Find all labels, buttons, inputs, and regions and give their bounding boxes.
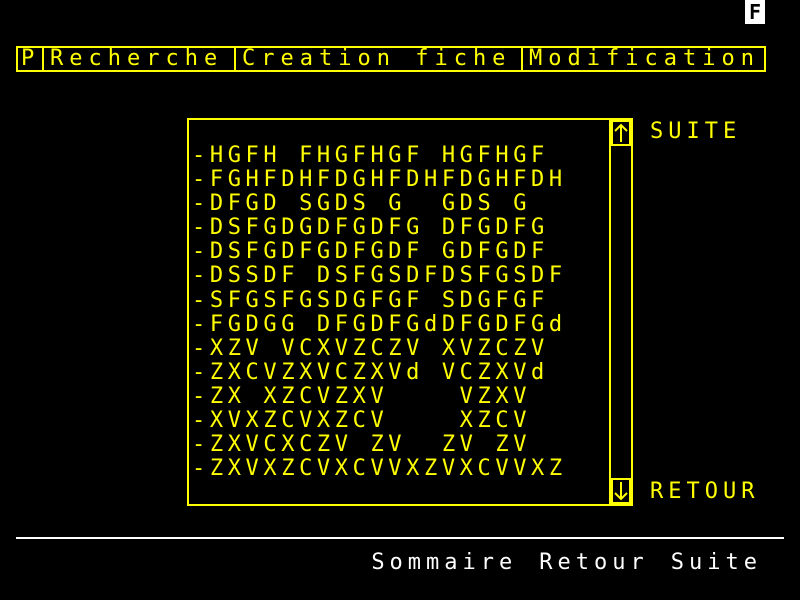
list-item[interactable]: -XZV VCXVZCZV XVZCZV	[192, 337, 612, 361]
top-menu-bar: P Recherche Creation fiche Modification	[16, 46, 766, 72]
menu-item-recherche[interactable]: Recherche	[44, 48, 236, 70]
record-list: -HGFH FHGFHGF HGFHGF -FGHFDHFDGHFDHFDGHF…	[192, 144, 612, 481]
list-item[interactable]: -SFGSFGSDGFGF SDGFGF	[192, 289, 612, 313]
list-item[interactable]: -DSFGDGDFGDFG DFGDFG	[192, 216, 612, 240]
footer-suite-button[interactable]: Suite	[671, 550, 762, 576]
list-item[interactable]: -HGFH FHGFHGF HGFHGF	[192, 144, 612, 168]
scrollbar-track[interactable]	[609, 118, 633, 506]
footer-retour-button[interactable]: Retour	[539, 550, 648, 576]
footer-sommaire-button[interactable]: Sommaire	[371, 550, 517, 576]
list-item[interactable]: -FGDGG DFGDFGdDFGDFGd	[192, 313, 612, 337]
scroll-down-button[interactable]	[611, 478, 631, 504]
menu-item-modification[interactable]: Modification	[523, 48, 764, 70]
footer-bar: Sommaire Retour Suite	[371, 550, 762, 576]
list-item[interactable]: -XVXZCVXZCV XZCV	[192, 409, 612, 433]
list-item[interactable]: -DSSDF DSFGSDFDSFGSDF	[192, 264, 612, 288]
menu-item-p[interactable]: P	[18, 48, 44, 70]
mode-indicator: F	[745, 0, 765, 24]
list-item[interactable]: -ZX XZCVZXV VZXV	[192, 385, 612, 409]
arrow-up-icon	[614, 123, 628, 142]
scroll-up-button[interactable]	[611, 120, 631, 146]
list-item[interactable]: -FGHFDHFDGHFDHFDGHFDH	[192, 168, 612, 192]
menu-item-creation-fiche[interactable]: Creation fiche	[236, 48, 523, 70]
list-item[interactable]: -DSFGDFGDFGDF GDFGDF	[192, 240, 612, 264]
side-suite-button[interactable]: SUITE	[650, 120, 741, 144]
list-item[interactable]: -ZXVCXCZV ZV ZV ZV	[192, 433, 612, 457]
footer-divider	[16, 537, 784, 539]
list-item[interactable]: -DFGD SGDS G GDS G	[192, 192, 612, 216]
side-retour-button[interactable]: RETOUR	[650, 480, 759, 504]
list-item[interactable]: -ZXVXZCVXCVVXZVXCVVXZ	[192, 457, 612, 481]
arrow-down-icon	[614, 482, 628, 501]
list-item[interactable]: -ZXCVZXVCZXVd VCZXVd	[192, 361, 612, 385]
